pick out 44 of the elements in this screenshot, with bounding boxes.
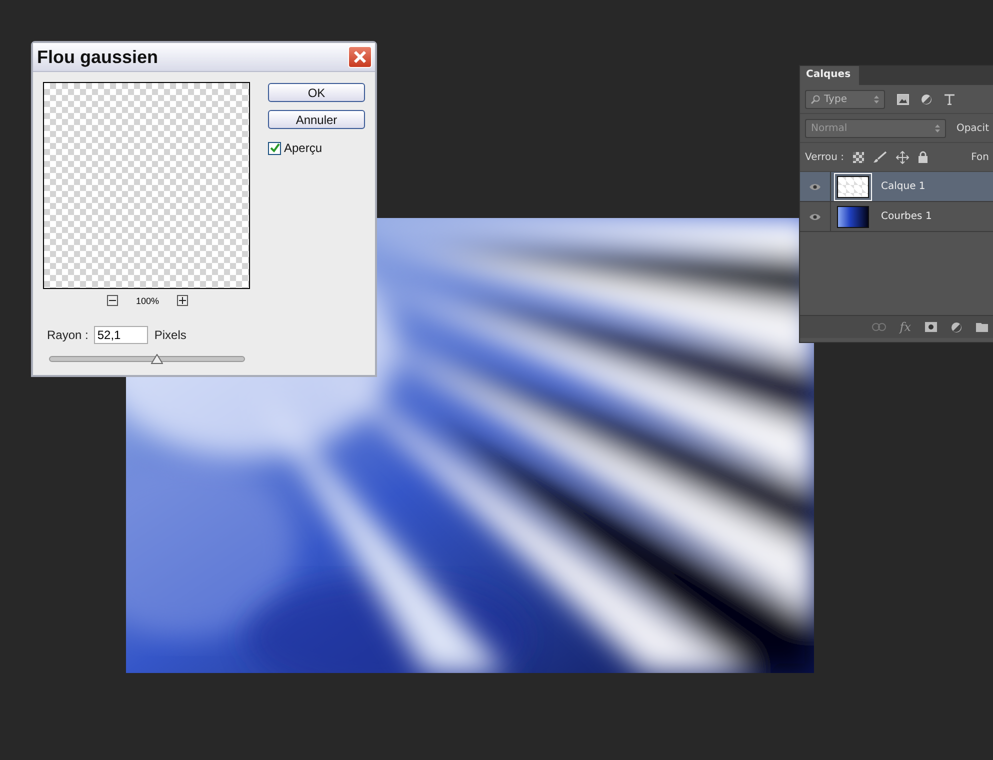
half-circle-icon[interactable]: [951, 322, 962, 332]
layer-row[interactable]: Courbes 1: [800, 202, 993, 232]
type-icon[interactable]: [944, 94, 955, 104]
spinner-icon: [874, 94, 879, 104]
mask-icon[interactable]: [925, 322, 937, 332]
half-circle-icon[interactable]: [921, 94, 932, 104]
slider-thumb[interactable]: [150, 354, 163, 364]
minus-icon: [108, 297, 116, 304]
zoom-in-button[interactable]: [177, 295, 188, 306]
dialog-button[interactable]: OK: [268, 83, 365, 102]
folder-icon[interactable]: [976, 322, 988, 332]
search-icon: [811, 94, 820, 104]
panel-tab[interactable]: Calques: [800, 66, 859, 85]
plus-icon: [179, 297, 186, 304]
zoom-level: 100%: [136, 296, 160, 306]
filter-dropdown[interactable]: Type: [805, 90, 885, 108]
layer-thumbnail: [837, 206, 869, 228]
close-icon: [353, 50, 367, 64]
radius-label: Rayon :: [47, 328, 88, 342]
dialog-title: Flou gaussien: [37, 46, 158, 68]
unit-label: Pixels: [154, 328, 186, 342]
lock-label: Verrou :: [805, 152, 844, 162]
fill-label: Fon: [971, 152, 989, 162]
eye-icon[interactable]: [809, 212, 821, 220]
dialog-button[interactable]: Annuler: [268, 110, 365, 129]
layer-thumbnail: [837, 176, 869, 198]
check-icon: [270, 143, 280, 153]
layer-name: Courbes 1: [881, 211, 932, 222]
zoom-out-button[interactable]: [106, 295, 118, 306]
checker-icon[interactable]: [853, 152, 864, 162]
radius-slider[interactable]: [49, 356, 245, 362]
brush-icon[interactable]: [873, 151, 888, 163]
radius-field[interactable]: 52,1: [94, 326, 148, 344]
preview-label: Aperçu: [284, 141, 322, 155]
layer-row[interactable]: Calque 1: [800, 172, 993, 202]
eye-icon[interactable]: [809, 182, 821, 190]
move-icon[interactable]: [896, 150, 910, 164]
lock-icon[interactable]: [918, 151, 928, 163]
spinner-icon: [935, 124, 940, 132]
layer-name: Calque 1: [881, 181, 926, 192]
image-icon[interactable]: [897, 94, 909, 104]
close-button[interactable]: [348, 46, 372, 68]
opacity-label: Opacit: [956, 122, 989, 134]
preview-checkbox[interactable]: [268, 142, 281, 154]
